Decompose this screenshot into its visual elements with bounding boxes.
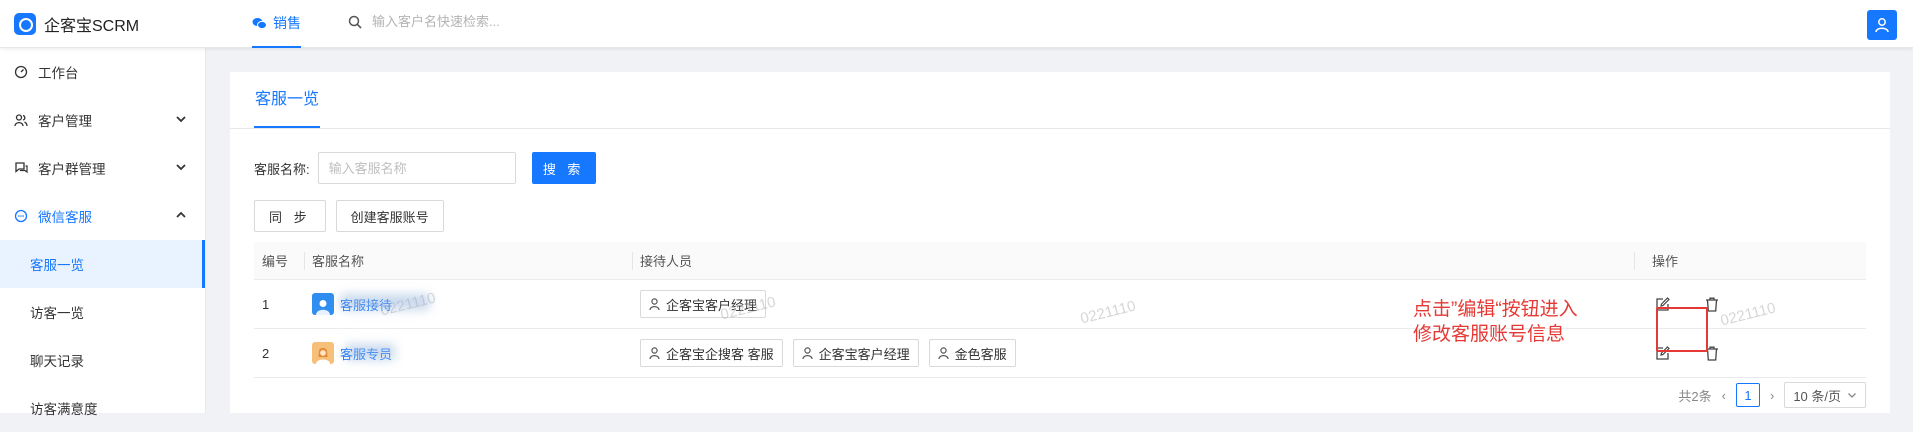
delete-icon[interactable] [1702, 343, 1722, 363]
logo-icon [14, 13, 36, 35]
global-search-input[interactable] [372, 14, 592, 29]
sidebar-subitem-label: 聊天记录 [30, 354, 84, 369]
person-icon [802, 347, 813, 359]
header-actions: 操作 [1634, 242, 1866, 279]
search-icon [348, 15, 362, 29]
row-id: 2 [262, 345, 270, 361]
person-icon [649, 347, 660, 359]
sidebar-item-customers[interactable]: 客户管理 [0, 96, 205, 144]
top-bar: 企客宝SCRM 销售 [0, 0, 1913, 48]
sidebar-subitem-visitor-satisfaction[interactable]: 访客满意度 [0, 384, 205, 432]
row-name-cell: 客服专员 [304, 329, 632, 377]
sidebar-item-label: 微信客服 [38, 210, 92, 225]
wechat-icon [252, 17, 267, 29]
chevron-up-icon [176, 211, 186, 218]
row-actions [1634, 329, 1866, 377]
receptionist-name: 金色客服 [954, 346, 1007, 362]
receptionist-name: 企客宝客户经理 [666, 297, 758, 313]
sidebar-item-workbench[interactable]: 工作台 [0, 48, 205, 96]
chat-group-icon [14, 161, 30, 175]
chevron-down-icon [1848, 393, 1856, 398]
page-number[interactable]: 1 [1735, 383, 1760, 407]
filter-form: 客服名称: 搜 索 [254, 152, 596, 184]
receptionist-name: 企客宝企搜客 客服 [666, 346, 774, 362]
prev-page-icon[interactable]: ‹ [1722, 388, 1726, 403]
service-name-input[interactable] [317, 152, 516, 184]
service-avatar [312, 293, 334, 315]
pagination: 共2条 ‹ 1 › 10 条/页 [1678, 382, 1866, 408]
edit-icon[interactable] [1652, 294, 1672, 314]
create-service-account-button[interactable]: 创建客服账号 [335, 200, 444, 232]
user-icon [1875, 18, 1889, 33]
table-header: 编号 客服名称 接待人员 操作 [254, 242, 1866, 280]
receptionist-tag: 企客宝客户经理 [792, 339, 919, 367]
message-icon [14, 209, 30, 223]
page-size-value: 10 条/页 [1793, 388, 1841, 404]
header-receptionists: 接待人员 [632, 242, 1634, 279]
receptionist-tag: 金色客服 [928, 339, 1016, 367]
sidebar-item-label: 客户管理 [38, 114, 92, 129]
global-search[interactable] [348, 14, 592, 29]
annotation-line-2: 修改客服账号信息 [1413, 324, 1566, 345]
top-tab-label: 销售 [273, 15, 301, 31]
chevron-down-icon [176, 164, 186, 171]
sidebar-subitem-label: 访客满意度 [30, 402, 98, 417]
sidebar: 工作台 客户管理 客户群管理 微信客服 客服一览 访客一览 聊天记录 访客满意度 [0, 48, 206, 417]
chevron-down-icon [176, 116, 186, 123]
dashboard-icon [14, 65, 30, 79]
search-button[interactable]: 搜 索 [531, 152, 596, 184]
row-id: 1 [262, 296, 270, 312]
main-content: 客服一览 客服名称: 搜 索 同 步 创建客服账号 编号 客服名称 接待人员 操… [230, 72, 1890, 413]
sidebar-item-label: 客户群管理 [38, 162, 106, 177]
receptionist-name: 企客宝客户经理 [818, 346, 910, 362]
delete-icon[interactable] [1702, 294, 1722, 314]
top-tab-sales[interactable]: 销售 [252, 0, 301, 48]
receptionist-tag: 企客宝客户经理 [640, 290, 767, 318]
users-icon [14, 113, 30, 127]
header-name: 客服名称 [304, 242, 632, 279]
filter-label: 客服名称: [254, 161, 310, 177]
row-actions [1634, 280, 1866, 328]
annotation-line-1: 点击”编辑“按钮进入 [1413, 299, 1578, 320]
action-buttons: 同 步 创建客服账号 [254, 200, 444, 232]
tab-divider [230, 128, 1890, 129]
sidebar-item-label: 工作台 [38, 66, 79, 81]
service-avatar [312, 342, 334, 364]
app-logo[interactable]: 企客宝SCRM [14, 12, 139, 36]
sidebar-subitem-chat-records[interactable]: 聊天记录 [0, 336, 205, 384]
tab-service-list[interactable]: 客服一览 [254, 72, 321, 128]
person-icon [649, 298, 660, 310]
sidebar-item-wechat-service[interactable]: 微信客服 [0, 192, 205, 240]
app-title: 企客宝SCRM [44, 18, 140, 35]
row-name-cell: 客服接待 [304, 280, 632, 328]
service-name-link[interactable]: 客服接待 [340, 295, 392, 314]
person-icon [938, 347, 949, 359]
sidebar-subitem-visitor-list[interactable]: 访客一览 [0, 288, 205, 336]
sidebar-subitem-service-list[interactable]: 客服一览 [0, 240, 205, 288]
page-size-select[interactable]: 10 条/页 [1784, 382, 1866, 408]
next-page-icon[interactable]: › [1770, 388, 1774, 403]
sync-button[interactable]: 同 步 [254, 200, 326, 232]
edit-annotation: 点击”编辑“按钮进入 修改客服账号信息 [1413, 297, 1633, 347]
sidebar-item-customer-groups[interactable]: 客户群管理 [0, 144, 205, 192]
pagination-total: 共2条 [1678, 388, 1712, 404]
service-name-link[interactable]: 客服专员 [340, 344, 392, 363]
edit-icon[interactable] [1652, 343, 1672, 363]
sidebar-subitem-label: 访客一览 [30, 306, 84, 321]
header-id: 编号 [262, 254, 289, 269]
receptionist-tag: 企客宝企搜客 客服 [640, 339, 783, 367]
sidebar-subitem-label: 客服一览 [30, 258, 84, 273]
user-avatar[interactable] [1867, 10, 1897, 40]
